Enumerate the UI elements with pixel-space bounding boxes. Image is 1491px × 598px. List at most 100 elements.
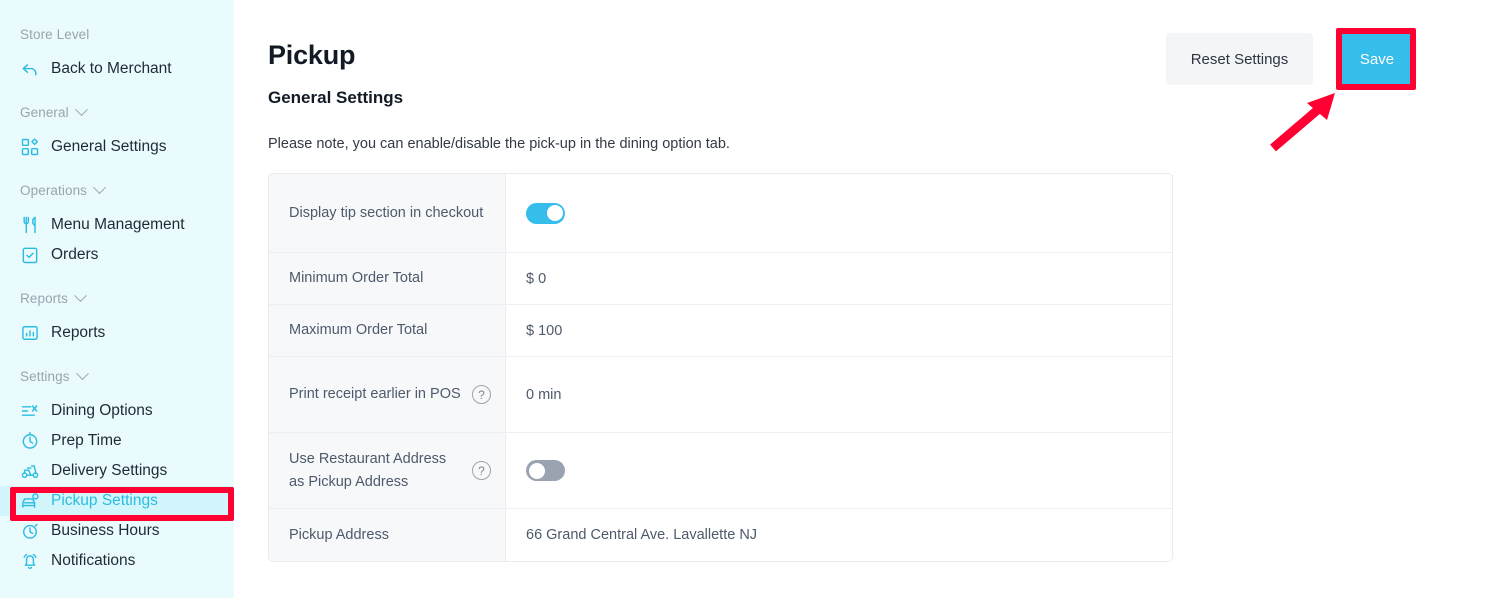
sidebar-item-pickup-settings[interactable]: Pickup Settings <box>0 486 234 516</box>
bar-chart-icon <box>20 323 40 343</box>
sidebar-item-business-hours[interactable]: Business Hours <box>0 516 234 546</box>
setting-label-cell: Minimum Order Total <box>269 253 506 304</box>
sidebar-group-label: Settings <box>20 368 70 384</box>
chevron-down-icon <box>74 102 88 116</box>
main-content: Pickup General Settings Please note, you… <box>234 0 1491 598</box>
setting-value-cell[interactable]: 0 min <box>506 357 1172 432</box>
sidebar-group-label: Operations <box>20 182 88 198</box>
sidebar-item-general-settings[interactable]: General Settings <box>0 132 234 162</box>
sidebar-item-orders[interactable]: Orders <box>0 240 234 270</box>
sidebar-item-label: Menu Management <box>51 216 185 233</box>
save-button[interactable]: Save <box>1338 33 1416 85</box>
toggle-switch[interactable] <box>526 202 565 224</box>
setting-value-cell[interactable]: $ 100 <box>506 305 1172 356</box>
sidebar-item-label: General Settings <box>51 138 167 155</box>
car-pickup-icon <box>20 491 40 511</box>
setting-value: 0 min <box>526 386 562 403</box>
app-root: Store Level Back to Merchant General Genera… <box>0 0 1491 598</box>
sidebar-group-label: General <box>20 104 69 120</box>
sidebar-group-reports[interactable]: Reports <box>0 288 234 308</box>
table-row: Maximum Order Total $ 100 <box>269 305 1172 357</box>
chevron-down-icon <box>75 366 89 380</box>
sidebar-item-label: Prep Time <box>51 432 122 449</box>
setting-value: 66 Grand Central Ave. Lavallette NJ <box>526 527 758 543</box>
section-title: General Settings <box>268 88 404 107</box>
sidebar-item-label: Dining Options <box>51 402 153 419</box>
table-row: Minimum Order Total $ 0 <box>269 253 1172 305</box>
setting-value: $ 0 <box>526 270 547 287</box>
sidebar-item-reports[interactable]: Reports <box>0 318 234 348</box>
setting-value-cell <box>506 174 1172 252</box>
settings-table: Display tip section in checkout Minimum O… <box>268 173 1173 562</box>
sidebar-item-label: Back to Merchant <box>51 60 172 77</box>
sidebar-group-label: Store Level <box>20 26 90 42</box>
setting-label: Print receipt earlier in POS <box>289 386 461 403</box>
setting-label: Minimum Order Total <box>289 270 424 287</box>
sidebar-item-notifications[interactable]: Notifications <box>0 546 234 576</box>
setting-label: Maximum Order Total <box>289 322 428 339</box>
clock-icon <box>20 431 40 451</box>
setting-label-cell: Print receipt earlier in POS? <box>269 357 506 432</box>
fork-spoon-icon <box>20 215 40 235</box>
sidebar-item-dining-options[interactable]: Dining Options <box>0 396 234 426</box>
action-buttons: Reset Settings Save <box>1166 33 1416 85</box>
sidebar-group-label: Reports <box>20 290 68 306</box>
clipboard-check-icon <box>20 245 40 265</box>
table-row: Display tip section in checkout <box>269 174 1172 253</box>
setting-label-cell: Maximum Order Total <box>269 305 506 356</box>
sidebar-item-label: Orders <box>51 246 99 263</box>
setting-label-cell: Use Restaurant Address as Pickup Address… <box>269 433 506 508</box>
setting-label: Use Restaurant Address as Pickup Address <box>289 451 447 490</box>
page-title: Pickup <box>268 40 356 70</box>
back-arrow-icon <box>20 59 40 79</box>
sidebar-group-general[interactable]: General <box>0 102 234 122</box>
setting-label: Pickup Address <box>289 526 389 543</box>
sidebar-group-settings[interactable]: Settings <box>0 366 234 386</box>
table-row: Print receipt earlier in POS? 0 min <box>269 357 1172 433</box>
table-row: Use Restaurant Address as Pickup Address… <box>269 433 1172 509</box>
sidebar-item-label: Pickup Settings <box>51 492 158 509</box>
sliders-icon <box>20 401 40 421</box>
toggle-knob <box>528 462 545 479</box>
sidebar-item-delivery-settings[interactable]: Delivery Settings <box>0 456 234 486</box>
bell-icon <box>20 551 40 571</box>
sidebar-item-label: Reports <box>51 324 106 341</box>
toggle-switch[interactable] <box>526 460 565 481</box>
setting-label-cell: Display tip section in checkout <box>269 174 506 252</box>
note-text: Please note, you can enable/disable the … <box>268 136 730 152</box>
help-icon[interactable]: ? <box>472 461 491 480</box>
sidebar-item-label: Business Hours <box>51 522 160 539</box>
sidebar-item-label: Notifications <box>51 552 136 569</box>
toggle-knob <box>546 205 563 221</box>
reset-settings-button[interactable]: Reset Settings <box>1166 33 1313 85</box>
setting-value-cell[interactable]: 66 Grand Central Ave. Lavallette NJ <box>506 509 1172 561</box>
sidebar-item-label: Delivery Settings <box>51 462 168 479</box>
setting-label: Display tip section in checkout <box>289 204 484 221</box>
sidebar: Store Level Back to Merchant General Genera… <box>0 0 234 598</box>
sidebar-group-operations[interactable]: Operations <box>0 180 234 200</box>
sidebar-item-back-to-merchant[interactable]: Back to Merchant <box>0 54 234 84</box>
chevron-down-icon <box>93 180 106 194</box>
stopwatch-icon <box>20 521 40 541</box>
table-row: Pickup Address 66 Grand Central Ave. Lava… <box>269 509 1172 561</box>
chevron-down-icon <box>74 288 87 302</box>
grid-blocks-icon <box>20 137 40 157</box>
sidebar-group-store-level: Store Level <box>0 24 234 44</box>
setting-label-cell: Pickup Address <box>269 509 506 561</box>
sidebar-item-prep-time[interactable]: Prep Time <box>0 426 234 456</box>
setting-value: $ 100 <box>526 322 563 339</box>
sidebar-item-menu-management[interactable]: Menu Management <box>0 210 234 240</box>
setting-value-cell <box>506 433 1172 508</box>
setting-value-cell[interactable]: $ 0 <box>506 253 1172 304</box>
scooter-icon <box>20 461 40 481</box>
help-icon[interactable]: ? <box>472 385 491 404</box>
